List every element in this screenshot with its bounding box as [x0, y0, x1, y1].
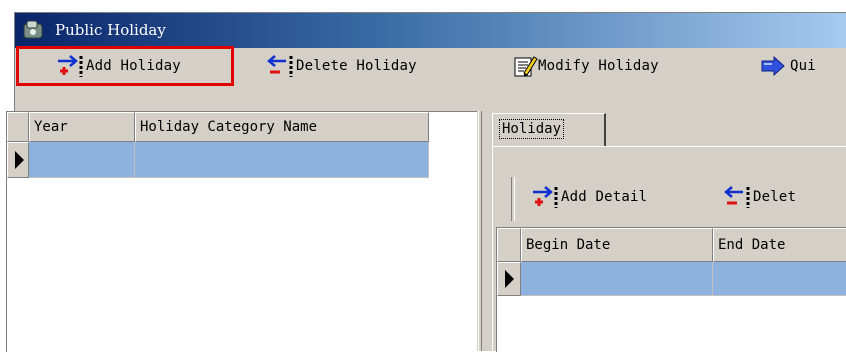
delete-holiday-button[interactable]: Delete Holiday [266, 50, 417, 82]
title-bar[interactable]: Public Holiday [15, 13, 846, 48]
column-header-begin-date[interactable]: Begin Date [521, 228, 713, 262]
modify-holiday-button[interactable]: Modify Holiday [512, 50, 659, 82]
row-indicator[interactable] [497, 262, 521, 296]
modify-holiday-label: Modify Holiday [538, 58, 659, 74]
column-header-category-name[interactable]: Holiday Category Name [135, 112, 429, 142]
current-row-arrow-icon [505, 270, 514, 288]
column-header-end-date[interactable]: End Date [713, 228, 846, 262]
window-title: Public Holiday [55, 21, 166, 39]
quick-button[interactable]: Qui [760, 50, 816, 82]
add-detail-label: Add Detail [561, 189, 648, 205]
holiday-grid[interactable]: Year Holiday Category Name [6, 111, 477, 352]
row-indicator[interactable] [7, 142, 29, 178]
cell-end-date[interactable] [713, 262, 846, 296]
tab-holiday-label: Holiday [499, 119, 565, 139]
quick-icon [761, 55, 785, 77]
add-detail-button[interactable]: Add Detail [531, 181, 647, 213]
grid-corner [497, 228, 521, 262]
delete-detail-label: Delet [753, 189, 797, 205]
delete-holiday-label: Delete Holiday [296, 58, 417, 74]
modify-icon [514, 56, 538, 77]
add-icon [533, 186, 558, 208]
splitter[interactable] [478, 111, 482, 351]
app-icon [23, 20, 43, 39]
column-header-year[interactable]: Year [29, 112, 135, 142]
toolbar-grip [511, 177, 515, 221]
delete-icon [267, 55, 293, 77]
tab-holiday[interactable]: Holiday [492, 113, 606, 146]
grid-corner [7, 112, 29, 142]
cell-begin-date[interactable] [521, 262, 713, 296]
holiday-detail-grid[interactable]: Begin Date End Date [496, 227, 846, 352]
quick-label: Qui [790, 58, 816, 74]
highlight-box [16, 46, 234, 86]
cell-category-name[interactable] [135, 142, 429, 178]
delete-icon [724, 186, 750, 208]
delete-detail-button[interactable]: Delet [723, 181, 796, 213]
current-row-arrow-icon [15, 151, 24, 169]
cell-year[interactable] [29, 142, 135, 178]
